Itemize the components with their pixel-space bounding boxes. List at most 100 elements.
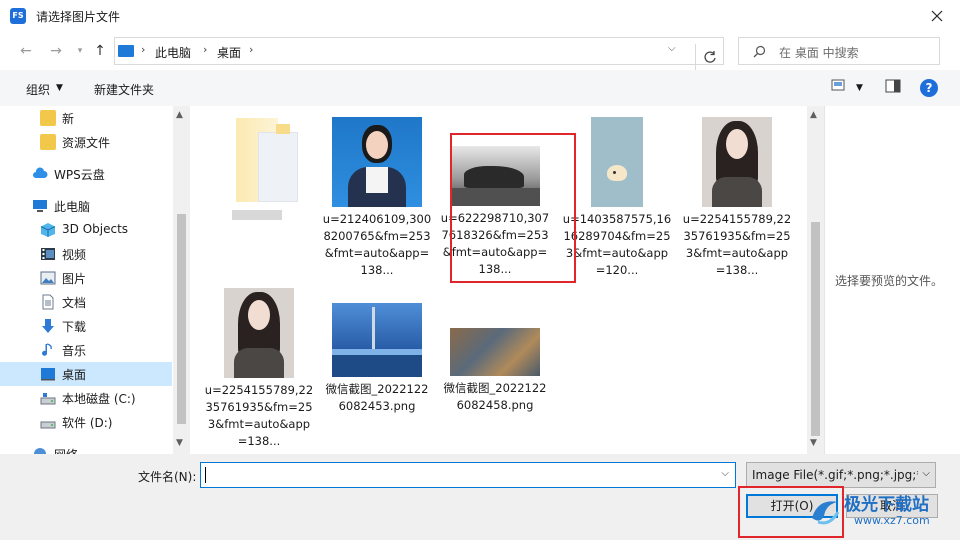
title-bar: FS 请选择图片文件: [0, 0, 960, 32]
arrow-right-icon: →: [50, 43, 62, 59]
sidebar-item-videos[interactable]: 视频: [0, 242, 172, 266]
city-bridge-night-thumbnail: [332, 303, 422, 377]
view-options-button[interactable]: [831, 79, 845, 94]
network-icon: [34, 448, 46, 454]
scrollbar-thumb[interactable]: [177, 214, 186, 424]
refresh-icon: [703, 51, 716, 63]
portrait-girl-grey-thumbnail: [702, 117, 772, 207]
video-icon: [41, 248, 55, 260]
desktop-icon: [41, 368, 55, 381]
file-item[interactable]: u=2254155789,2235761935&fm=253&fmt=auto&…: [682, 117, 792, 279]
picture-icon: [40, 271, 56, 285]
drive-icon: [40, 393, 56, 405]
close-button[interactable]: [914, 0, 960, 32]
recent-locations-button[interactable]: ▾: [70, 41, 90, 61]
sidebar-item-this-pc[interactable]: 此电脑: [0, 194, 172, 218]
file-item[interactable]: 微信截图_20221226082458.png: [440, 328, 550, 414]
address-bar[interactable]: › 此电脑 › 桌面 › ⌵: [114, 37, 724, 70]
breadcrumb-this-pc[interactable]: 此电脑: [155, 44, 191, 61]
sidebar-item-label: 此电脑: [54, 200, 91, 214]
search-box[interactable]: 在 桌面 中搜索: [738, 37, 940, 65]
sidebar-item-label: 视频: [62, 248, 87, 262]
scroll-up-icon[interactable]: ▲: [176, 110, 183, 120]
window-title: 请选择图片文件: [36, 10, 121, 24]
watermark-url: www.xz7.com: [854, 514, 930, 527]
view-icon: [831, 79, 845, 91]
sidebar-item-label: 文档: [62, 296, 87, 310]
navigation-bar: ← → ▾ ↑ › 此电脑 › 桌面 › ⌵ 在 桌面 中搜索: [0, 32, 960, 70]
cube-icon: [40, 223, 56, 237]
sidebar-item-new[interactable]: 新: [0, 106, 172, 130]
help-icon[interactable]: ?: [920, 79, 938, 97]
preview-placeholder: 选择要预览的文件。: [835, 274, 944, 288]
sidebar-item-label: 3D Objects: [62, 222, 129, 236]
folder-icon: [40, 134, 56, 150]
refresh-button[interactable]: [695, 44, 723, 70]
arrow-left-icon: ←: [20, 43, 32, 59]
sidebar-item-wps-cloud[interactable]: WPS云盘: [0, 162, 172, 186]
sidebar-item-label: 本地磁盘 (C:): [62, 392, 136, 406]
navigation-pane: 新 资源文件 WPS云盘 此电脑 3D Objects 视频 图片 文档 下载 …: [0, 106, 190, 454]
chevron-right-icon: ›: [141, 43, 146, 56]
sidebar-item-music[interactable]: 音乐: [0, 338, 172, 362]
scrollbar-thumb[interactable]: [811, 222, 820, 436]
chevron-down-icon[interactable]: ▼: [856, 83, 863, 93]
back-button[interactable]: ←: [16, 41, 36, 61]
sidebar-scrollbar[interactable]: ▲ ▼: [173, 106, 190, 454]
app-icon: FS: [10, 8, 26, 24]
computer-icon: [33, 200, 47, 212]
file-type-value: Image File(*.gif;*.png;*.jpg;*.j: [752, 468, 918, 482]
chevron-right-icon: ›: [249, 43, 254, 56]
file-type-select[interactable]: Image File(*.gif;*.png;*.jpg;*.j ⌵: [746, 462, 936, 488]
file-name: u=2254155789,2235761935&fm=253&fmt=auto&…: [682, 212, 792, 277]
sidebar-item-desktop[interactable]: 桌面: [0, 362, 172, 386]
file-name: u=212406109,3008200765&fm=253&fmt=auto&a…: [322, 212, 432, 277]
forward-button[interactable]: →: [46, 41, 66, 61]
organize-menu[interactable]: 组织: [26, 81, 50, 98]
sidebar-item-label: 音乐: [62, 344, 87, 358]
sidebar-item-label: 新: [62, 112, 75, 126]
sidebar-item-3d-objects[interactable]: 3D Objects: [0, 218, 172, 242]
file-name: u=2254155789,2235761935&fm=253&fmt=auto&…: [204, 383, 314, 448]
filename-input[interactable]: ⌵: [200, 462, 736, 488]
blurred-file-label: [232, 210, 282, 220]
sidebar-item-label: WPS云盘: [54, 168, 105, 182]
command-bar: 组织 ▼ 新建文件夹 ▼ ?: [0, 70, 960, 106]
file-item[interactable]: u=2254155789,2235761935&fm=253&fmt=auto&…: [204, 288, 314, 450]
document-icon: [42, 294, 54, 310]
scroll-down-icon[interactable]: ▼: [176, 438, 183, 448]
file-name: 微信截图_20221226082458.png: [443, 381, 547, 412]
sidebar-item-drive-d[interactable]: 软件 (D:): [0, 410, 172, 434]
scroll-down-icon[interactable]: ▼: [810, 438, 817, 448]
new-folder-button[interactable]: 新建文件夹: [94, 81, 154, 98]
sidebar-item-documents[interactable]: 文档: [0, 290, 172, 314]
sidebar-item-network[interactable]: 网络: [0, 442, 172, 454]
cloud-icon: [33, 167, 48, 178]
sidebar-item-downloads[interactable]: 下载: [0, 314, 172, 338]
chevron-down-icon[interactable]: ⌵: [721, 468, 729, 479]
breadcrumb-desktop[interactable]: 桌面: [217, 44, 241, 61]
scroll-up-icon[interactable]: ▲: [810, 110, 817, 120]
file-name: u=1403587575,1616289704&fm=253&fmt=auto&…: [562, 212, 672, 277]
file-item[interactable]: 微信截图_20221226082453.png: [322, 303, 432, 415]
folder-icon: [40, 110, 56, 126]
file-item[interactable]: u=1403587575,1616289704&fm=253&fmt=auto&…: [562, 117, 672, 279]
portrait-girl-grey-thumbnail: [224, 288, 294, 378]
up-button[interactable]: ↑: [90, 41, 110, 61]
sidebar-item-pictures[interactable]: 图片: [0, 266, 172, 290]
content-scrollbar[interactable]: ▲ ▼: [807, 106, 824, 454]
sidebar-item-resources[interactable]: 资源文件: [0, 130, 172, 154]
preview-pane: 选择要预览的文件。: [824, 106, 960, 454]
watermark-text: 极光下载站: [844, 495, 929, 515]
file-item[interactable]: u=212406109,3008200765&fm=253&fmt=auto&a…: [322, 117, 432, 279]
file-item[interactable]: [202, 114, 312, 220]
chevron-down-icon[interactable]: ⌵: [668, 43, 676, 54]
sidebar-item-drive-c[interactable]: 本地磁盘 (C:): [0, 386, 172, 410]
sidebar-item-label: 网络: [54, 446, 78, 454]
chevron-down-icon: ▾: [77, 46, 83, 56]
download-icon: [42, 319, 54, 333]
sidebar-item-label: 桌面: [62, 368, 87, 382]
close-icon: [931, 10, 943, 22]
chevron-right-icon: ›: [203, 43, 208, 56]
preview-pane-toggle[interactable]: [885, 79, 901, 96]
